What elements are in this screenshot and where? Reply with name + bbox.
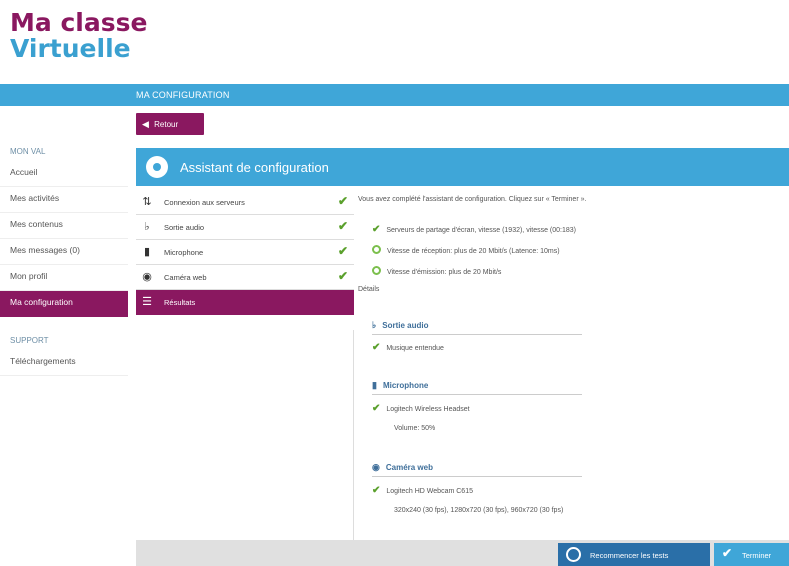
check-icon: ✔ xyxy=(372,403,381,414)
back-button[interactable]: ◀ Retour xyxy=(136,113,204,135)
logo-line1: Ma classe xyxy=(10,8,148,37)
refresh-icon xyxy=(566,547,581,562)
sidebar-item-messages[interactable]: Mes messages (0) xyxy=(0,239,128,265)
microphone-icon: ▮ xyxy=(372,380,377,390)
sidebar-item-activites[interactable]: Mes activités xyxy=(0,187,128,213)
sidebar-item-telechargements[interactable]: Téléchargements xyxy=(0,350,128,376)
sidebar-item-configuration[interactable]: Ma configuration xyxy=(0,291,128,317)
check-row: Vitesse de réception: plus de 20 Mbit/s … xyxy=(372,245,560,255)
section-divider xyxy=(372,394,582,395)
step-label: Caméra web xyxy=(164,273,207,282)
step-label: Sortie audio xyxy=(164,223,205,232)
step-camera[interactable]: ◉ Caméra web ✔ xyxy=(136,265,354,290)
finish-button[interactable]: ✔ Terminer xyxy=(714,543,789,566)
steps-list: ⇅ Connexion aux serveurs ✔ ♭ Sortie audi… xyxy=(136,190,354,315)
step-label: Connexion aux serveurs xyxy=(164,198,245,207)
check-icon: ✔ xyxy=(722,546,733,560)
intro-text: Vous avez complété l'assistant de config… xyxy=(358,196,587,203)
sidebar-item-accueil[interactable]: Accueil xyxy=(0,161,128,187)
details-link[interactable]: Détails xyxy=(358,286,379,293)
gear-icon xyxy=(146,156,168,178)
step-label: Résultats xyxy=(164,298,196,307)
logo-line2: Virtuelle xyxy=(10,34,131,63)
webcam-icon: ◉ xyxy=(372,462,380,472)
step-sortie-audio[interactable]: ♭ Sortie audio ✔ xyxy=(136,215,354,240)
top-bar: MA CONFIGURATION xyxy=(0,84,789,106)
pending-icon xyxy=(372,245,381,254)
section-title: ▮ Microphone xyxy=(372,380,429,390)
arrow-left-icon: ◀ xyxy=(142,119,149,129)
network-icon: ⇅ xyxy=(142,196,152,208)
step-connexion[interactable]: ⇅ Connexion aux serveurs ✔ xyxy=(136,190,354,215)
step-microphone[interactable]: ▮ Microphone ✔ xyxy=(136,240,354,265)
section-line-text: Logitech HD Webcam C615 xyxy=(386,488,473,495)
section-title: ♭ Sortie audio xyxy=(372,320,429,330)
section-line-text: Musique entendue xyxy=(386,345,444,352)
sidebar-item-profil[interactable]: Mon profil xyxy=(0,265,128,291)
check-row: Vitesse d'émission: plus de 20 Mbit/s xyxy=(372,266,501,276)
check-icon: ✔ xyxy=(337,219,348,233)
speaker-icon: ♭ xyxy=(144,221,150,233)
restart-tests-button[interactable]: Recommencer les tests xyxy=(558,543,710,566)
section-line: ✔ Musique entendue xyxy=(372,342,444,353)
steps-filler xyxy=(136,330,354,540)
check-icon: ✔ xyxy=(337,269,348,283)
sidebar-support-title: SUPPORT xyxy=(10,336,49,345)
section-line: ✔ Logitech HD Webcam C615 xyxy=(372,485,473,496)
section-divider xyxy=(372,476,582,477)
check-row: ✔ Serveurs de partage d'écran, vitesse (… xyxy=(372,224,576,235)
section-line: ✔ Logitech Wireless Headset xyxy=(372,403,470,414)
panel-header: Assistant de configuration xyxy=(136,148,789,186)
results-icon: ☰ xyxy=(142,296,152,308)
check-text: Vitesse de réception: plus de 20 Mbit/s … xyxy=(386,248,560,255)
resolutions-text: 320x240 (30 fps), 1280x720 (30 fps), 960… xyxy=(394,507,564,514)
check-icon: ✔ xyxy=(372,485,381,496)
check-text: Vitesse d'émission: plus de 20 Mbit/s xyxy=(386,269,502,276)
logo: Ma classe Virtuelle xyxy=(10,10,147,62)
section-divider xyxy=(372,334,582,335)
section-title: ◉ Caméra web xyxy=(372,462,433,472)
back-button-label: Retour xyxy=(154,120,179,129)
sidebar-section-title: MON VAL xyxy=(10,147,46,156)
page-title: MA CONFIGURATION xyxy=(136,90,230,100)
check-icon: ✔ xyxy=(337,194,348,208)
check-icon: ✔ xyxy=(372,342,381,353)
check-icon: ✔ xyxy=(337,244,348,258)
section-line-text: Logitech Wireless Headset xyxy=(386,406,470,413)
sidebar: MON VAL Accueil Mes activités Mes conten… xyxy=(0,140,128,376)
volume-text: Volume: 50% xyxy=(394,425,436,432)
panel-title: Assistant de configuration xyxy=(180,160,329,175)
check-text: Serveurs de partage d'écran, vitesse (19… xyxy=(386,227,577,234)
step-label: Microphone xyxy=(164,248,204,257)
microphone-icon: ▮ xyxy=(143,246,151,258)
step-resultats[interactable]: ☰ Résultats xyxy=(136,290,354,315)
sidebar-item-contenus[interactable]: Mes contenus xyxy=(0,213,128,239)
finish-label: Terminer xyxy=(742,551,772,560)
webcam-icon: ◉ xyxy=(142,271,152,283)
restart-label: Recommencer les tests xyxy=(590,551,669,560)
pending-icon xyxy=(372,266,381,275)
check-icon: ✔ xyxy=(372,224,381,235)
speaker-icon: ♭ xyxy=(372,320,377,330)
